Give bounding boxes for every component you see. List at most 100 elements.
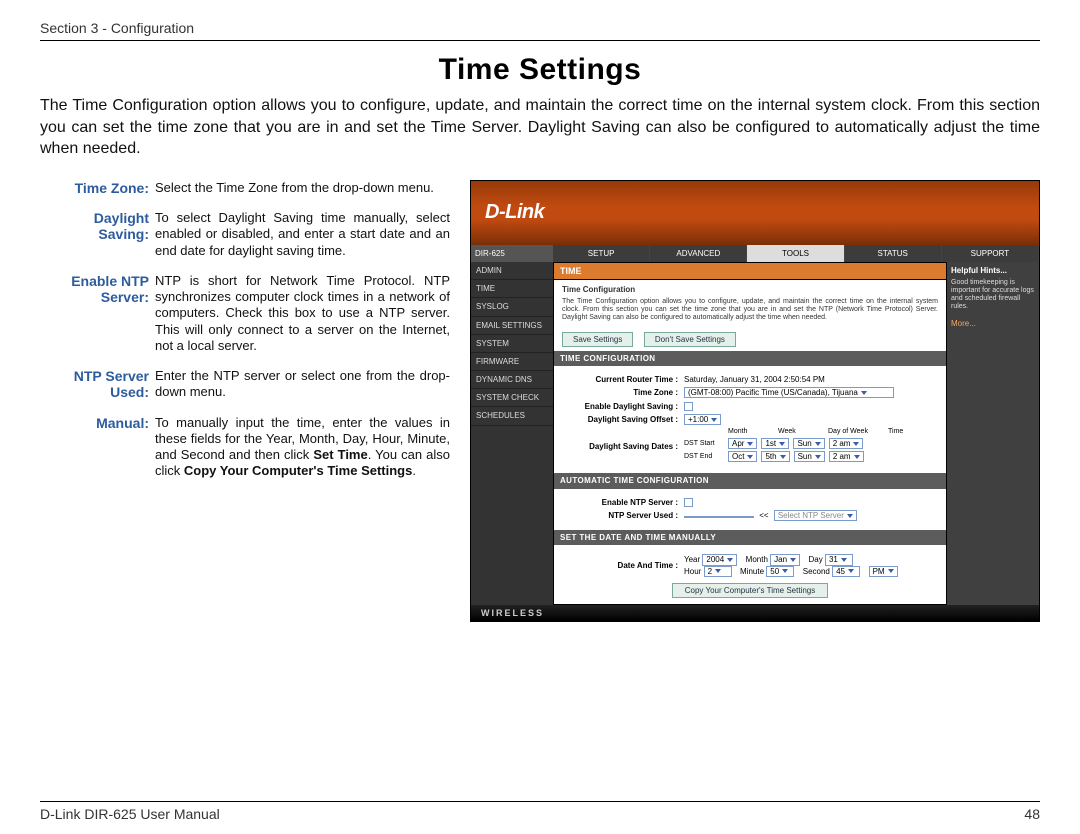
dont-save-button[interactable]: Don't Save Settings [644, 332, 736, 347]
nav-system[interactable]: SYSTEM [471, 335, 553, 353]
enable-daylight-checkbox[interactable] [684, 402, 693, 411]
dst-start-week[interactable]: 1st [761, 438, 789, 449]
nav-syscheck[interactable]: SYSTEM CHECK [471, 389, 553, 407]
tab-setup[interactable]: SETUP [553, 245, 650, 262]
hints-text: Good timekeeping is important for accura… [951, 279, 1035, 311]
page-footer: D-Link DIR-625 User Manual 48 [40, 801, 1040, 822]
day-select[interactable]: 31 [825, 554, 853, 565]
col-time: Time [888, 428, 938, 436]
def-ntpused-label: NTP Server Used: [40, 368, 155, 401]
hints-more-link[interactable]: More... [951, 319, 1035, 328]
router-model-tab: DIR-625 [471, 245, 553, 262]
bar-manual: SET THE DATE AND TIME MANUALLY [554, 530, 946, 545]
chevron-down-icon [853, 442, 859, 446]
month-v: Jan [774, 555, 787, 564]
chevron-down-icon [711, 418, 717, 422]
dst-start-week-v: 1st [765, 439, 776, 448]
chevron-down-icon [848, 569, 854, 573]
hints-title: Helpful Hints... [951, 266, 1035, 275]
day-label: Day [808, 555, 822, 564]
def-daylight-label: Daylight Saving: [40, 210, 155, 259]
ntp-server-input[interactable] [684, 516, 754, 518]
nav-time[interactable]: TIME [471, 280, 553, 298]
hour-label: Hour [684, 567, 701, 576]
dst-start-time[interactable]: 2 am [829, 438, 864, 449]
chevron-down-icon [747, 455, 753, 459]
ntp-placeholder: Select NTP Server [778, 511, 844, 520]
def-timezone-label: Time Zone: [40, 180, 155, 196]
def-enablentp-label: Enable NTP Server: [40, 273, 155, 354]
dst-start-dow[interactable]: Sun [793, 438, 824, 449]
save-settings-button[interactable]: Save Settings [562, 332, 633, 347]
sec-time-title: TIME [554, 263, 946, 280]
dst-end-time-v: 2 am [833, 452, 851, 461]
sec-time-subhead: Time Configuration [562, 285, 938, 294]
bar-auto: AUTOMATIC TIME CONFIGURATION [554, 473, 946, 488]
nav-ddns[interactable]: DYNAMIC DNS [471, 371, 553, 389]
year-select[interactable]: 2004 [702, 554, 737, 565]
hour-v: 2 [708, 567, 712, 576]
intro-paragraph: The Time Configuration option allows you… [40, 95, 1040, 160]
tab-advanced[interactable]: ADVANCED [650, 245, 747, 262]
ens-label: Enable NTP Server : [562, 498, 684, 507]
col-dow: Day of Week [828, 428, 888, 436]
nav-firmware[interactable]: FIRMWARE [471, 353, 553, 371]
hour-select[interactable]: 2 [704, 566, 732, 577]
ampm-select[interactable]: PM [869, 566, 898, 577]
def-manual-desc: To manually input the time, enter the va… [155, 415, 450, 480]
dst-end-month-v: Oct [732, 452, 744, 461]
dst-start-month[interactable]: Apr [728, 438, 757, 449]
chevron-down-icon [780, 455, 786, 459]
dst-end-week[interactable]: 5th [761, 451, 789, 462]
enable-ntp-checkbox[interactable] [684, 498, 693, 507]
dst-start-month-v: Apr [732, 439, 744, 448]
minute-select[interactable]: 50 [766, 566, 794, 577]
dlink-logo: D-Link [485, 201, 544, 223]
crt-value: Saturday, January 31, 2004 2:50:54 PM [684, 375, 938, 384]
tab-status[interactable]: STATUS [845, 245, 942, 262]
dso-select[interactable]: +1:00 [684, 414, 721, 425]
nav-email[interactable]: EMAIL SETTINGS [471, 317, 553, 335]
chevron-down-icon [715, 569, 721, 573]
dst-end-dow[interactable]: Sun [794, 451, 825, 462]
page-title: Time Settings [40, 53, 1040, 87]
def-daylight: Daylight Saving: To select Daylight Savi… [40, 210, 450, 259]
minute-v: 50 [770, 567, 779, 576]
nav-schedules[interactable]: SCHEDULES [471, 407, 553, 425]
manual-bold-copy: Copy Your Computer's Time Settings [184, 463, 412, 478]
chevron-down-icon [815, 442, 821, 446]
def-timezone-desc: Select the Time Zone from the drop-down … [155, 180, 450, 196]
year-label: Year [684, 555, 700, 564]
helpful-hints: Helpful Hints... Good timekeeping is imp… [947, 262, 1039, 605]
definitions-column: Time Zone: Select the Time Zone from the… [40, 180, 450, 623]
def-enablentp: Enable NTP Server: NTP is short for Netw… [40, 273, 450, 354]
chevron-down-icon [841, 558, 847, 562]
second-select[interactable]: 45 [832, 566, 860, 577]
ntp-server-select[interactable]: Select NTP Server [774, 510, 857, 521]
chevron-down-icon [847, 514, 853, 518]
router-screenshot: D-Link DIR-625 SETUP ADVANCED TOOLS STAT… [470, 180, 1040, 623]
nav-admin[interactable]: ADMIN [471, 262, 553, 280]
dst-end-dow-v: Sun [798, 452, 812, 461]
ntpused-label: NTP Server Used : [562, 511, 684, 520]
chevron-down-icon [861, 391, 867, 395]
dst-end-month[interactable]: Oct [728, 451, 757, 462]
def-enablentp-desc: NTP is short for Network Time Protocol. … [155, 273, 450, 354]
dst-end-time[interactable]: 2 am [829, 451, 864, 462]
dsd-label: Daylight Saving Dates : [562, 442, 684, 451]
sec-time-para: The Time Configuration option allows you… [562, 298, 938, 323]
dso-value: +1:00 [688, 415, 708, 424]
month-select[interactable]: Jan [770, 554, 800, 565]
nav-syslog[interactable]: SYSLOG [471, 298, 553, 316]
minute-label: Minute [740, 567, 764, 576]
dst-end-label: DST End [684, 453, 728, 461]
section-header: Section 3 - Configuration [40, 20, 1040, 41]
timezone-select[interactable]: (GMT-08:00) Pacific Time (US/Canada), Ti… [684, 387, 894, 398]
manual-bold-settime: Set Time [313, 447, 367, 462]
copy-time-button[interactable]: Copy Your Computer's Time Settings [672, 583, 828, 598]
def-enablentp-label-b: Server: [101, 289, 149, 305]
tab-support[interactable]: SUPPORT [942, 245, 1039, 262]
chevron-down-icon [854, 455, 860, 459]
tab-tools[interactable]: TOOLS [747, 245, 844, 262]
chevron-down-icon [747, 442, 753, 446]
